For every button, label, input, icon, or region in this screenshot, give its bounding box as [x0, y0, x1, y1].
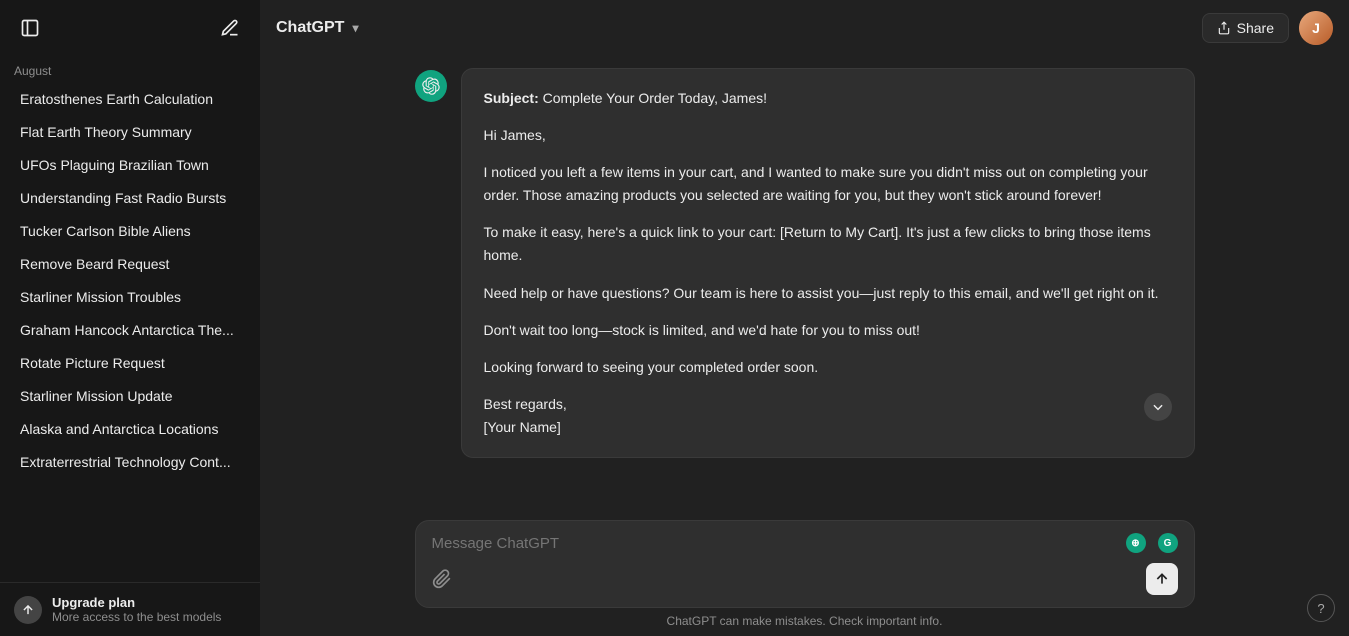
- app-title-button[interactable]: ChatGPT ▾: [276, 19, 358, 37]
- subject-label: Subject:: [484, 90, 539, 106]
- collapse-sidebar-button[interactable]: [14, 12, 46, 44]
- sidebar-item-flat-earth[interactable]: Flat Earth Theory Summary: [6, 116, 254, 148]
- message-input[interactable]: [432, 535, 1118, 552]
- assistant-avatar: [415, 70, 447, 102]
- message-p5: Looking forward to seeing your completed…: [484, 356, 1172, 379]
- share-label: Share: [1237, 20, 1274, 36]
- input-actions-row: [432, 563, 1178, 595]
- input-area: ⊕ G ChatGPT can make mistakes. Check imp…: [260, 520, 1349, 636]
- chat-area: Subject: Complete Your Order Today, Jame…: [260, 56, 1349, 520]
- sidebar-item-starliner[interactable]: Starliner Mission Troubles: [6, 281, 254, 313]
- sidebar-section-august: August: [0, 56, 260, 82]
- share-button[interactable]: Share: [1202, 13, 1289, 43]
- chevron-down-icon: ▾: [352, 21, 358, 35]
- sidebar-item-eratosthenes[interactable]: Eratosthenes Earth Calculation: [6, 83, 254, 115]
- message-p2: To make it easy, here's a quick link to …: [484, 221, 1172, 267]
- reasoning-icon[interactable]: G: [1158, 533, 1178, 553]
- header: ChatGPT ▾ Share J: [260, 0, 1349, 56]
- message-closing: Best regards,: [484, 393, 567, 416]
- scroll-down-button[interactable]: [1144, 393, 1172, 421]
- subject-text: Complete Your Order Today, James!: [543, 90, 767, 106]
- assistant-message-content: Subject: Complete Your Order Today, Jame…: [461, 68, 1195, 458]
- help-icon: ?: [1317, 601, 1324, 616]
- sidebar-item-rotate-picture[interactable]: Rotate Picture Request: [6, 347, 254, 379]
- sidebar-item-alaska-antarctica[interactable]: Alaska and Antarctica Locations: [6, 413, 254, 445]
- sidebar-item-graham-hancock[interactable]: Graham Hancock Antarctica The...: [6, 314, 254, 346]
- main-content: ChatGPT ▾ Share J: [260, 0, 1349, 636]
- message-p3: Need help or have questions? Our team is…: [484, 282, 1172, 305]
- message-closing-wrap: Best regards, [Your Name]: [484, 393, 567, 439]
- send-message-button[interactable]: [1146, 563, 1178, 595]
- sidebar-nav: August Eratosthenes Earth Calculation Fl…: [0, 56, 260, 582]
- upgrade-text: Upgrade plan More access to the best mod…: [52, 595, 221, 624]
- sidebar-item-extraterrestrial[interactable]: Extraterrestrial Technology Cont...: [6, 446, 254, 478]
- disclaimer-text: ChatGPT can make mistakes. Check importa…: [667, 614, 943, 628]
- user-avatar[interactable]: J: [1299, 11, 1333, 45]
- search-toggle-icon[interactable]: ⊕: [1126, 533, 1146, 553]
- avatar-initials: J: [1299, 11, 1333, 45]
- upgrade-subtitle: More access to the best models: [52, 610, 221, 624]
- sidebar-item-ufos[interactable]: UFOs Plaguing Brazilian Town: [6, 149, 254, 181]
- sidebar-item-starliner-update[interactable]: Starliner Mission Update: [6, 380, 254, 412]
- help-button[interactable]: ?: [1307, 594, 1335, 622]
- message-p4: Don't wait too long—stock is limited, an…: [484, 319, 1172, 342]
- new-chat-button[interactable]: [214, 12, 246, 44]
- upgrade-plan-button[interactable]: Upgrade plan More access to the best mod…: [0, 582, 260, 636]
- sidebar: August Eratosthenes Earth Calculation Fl…: [0, 0, 260, 636]
- assistant-message-row: Subject: Complete Your Order Today, Jame…: [415, 68, 1195, 458]
- message-subject-line: Subject: Complete Your Order Today, Jame…: [484, 87, 1172, 110]
- attach-file-button[interactable]: [432, 569, 452, 589]
- message-input-box: ⊕ G: [415, 520, 1195, 608]
- sidebar-top: [0, 0, 260, 56]
- input-icon-group: ⊕ G: [1126, 533, 1178, 553]
- sidebar-item-fast-radio[interactable]: Understanding Fast Radio Bursts: [6, 182, 254, 214]
- header-actions: Share J: [1202, 11, 1333, 45]
- sidebar-item-tucker[interactable]: Tucker Carlson Bible Aliens: [6, 215, 254, 247]
- input-row: ⊕ G: [432, 533, 1178, 553]
- upgrade-icon: [14, 596, 42, 624]
- message-greeting: Hi James,: [484, 124, 1172, 147]
- app-title: ChatGPT: [276, 19, 344, 37]
- message-p1: I noticed you left a few items in your c…: [484, 161, 1172, 207]
- upgrade-title: Upgrade plan: [52, 595, 221, 610]
- message-signature: [Your Name]: [484, 416, 567, 439]
- sidebar-item-remove-beard[interactable]: Remove Beard Request: [6, 248, 254, 280]
